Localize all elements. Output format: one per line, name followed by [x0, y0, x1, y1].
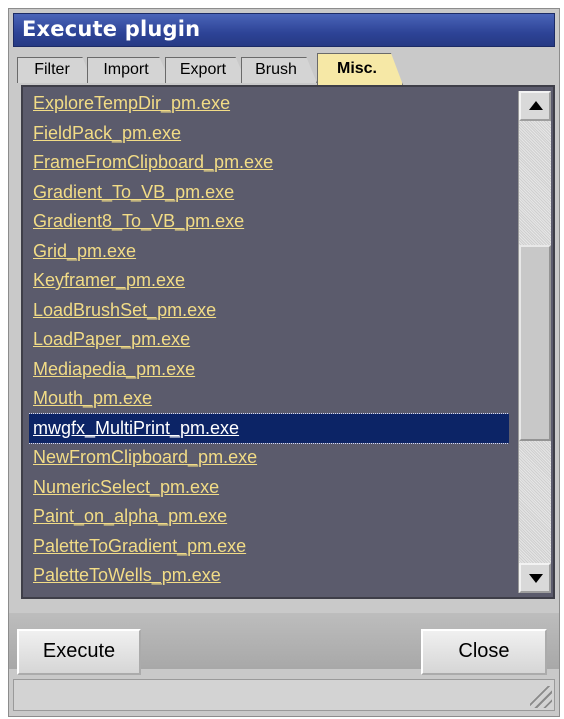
arrow-down-icon — [529, 574, 543, 583]
plugin-list-item[interactable]: NewFromClipboard_pm.exe — [29, 443, 509, 473]
plugin-list-item[interactable]: PaletteToGradient_pm.exe — [29, 532, 509, 562]
plugin-list-item[interactable]: FrameFromClipboard_pm.exe — [29, 148, 509, 178]
close-button[interactable]: Close — [421, 629, 547, 675]
scroll-thumb[interactable] — [519, 245, 551, 441]
title-bar[interactable]: Execute plugin — [13, 13, 555, 47]
plugin-list-item[interactable]: Keyframer_pm.exe — [29, 266, 509, 296]
scroll-down-button[interactable] — [519, 563, 551, 593]
plugin-list-item[interactable]: Mediapedia_pm.exe — [29, 355, 509, 385]
plugin-list-item[interactable]: LoadPaper_pm.exe — [29, 325, 509, 355]
tab-strip: Filter Import Export Brush Misc. — [17, 53, 557, 85]
plugin-list-item[interactable]: Paint_on_alpha_pm.exe — [29, 502, 509, 532]
plugin-list-item[interactable]: mwgfx_MultiPrint_pm.exe — [29, 412, 509, 444]
plugin-list-item[interactable]: Grid_pm.exe — [29, 237, 509, 267]
plugin-list-item[interactable]: PaletteToWells_pm.exe — [29, 561, 509, 591]
button-row: Execute Close — [9, 613, 559, 675]
execute-button[interactable]: Execute — [17, 629, 141, 675]
tab-export[interactable]: Export — [165, 57, 247, 83]
arrow-up-icon — [529, 101, 543, 110]
plugin-list-item[interactable]: Mouth_pm.exe — [29, 384, 509, 414]
tab-misc[interactable]: Misc. — [317, 53, 403, 85]
plugin-list[interactable]: ExploreTempDir_pm.exe FieldPack_pm.exe Fra… — [29, 89, 509, 595]
plugin-list-item[interactable]: ExploreTempDir_pm.exe — [29, 89, 509, 119]
vertical-scrollbar[interactable] — [518, 91, 551, 593]
status-bar — [13, 679, 555, 711]
tab-brush[interactable]: Brush — [241, 57, 317, 83]
resize-grip-icon[interactable] — [530, 686, 552, 708]
plugin-list-item[interactable]: FieldPack_pm.exe — [29, 119, 509, 149]
execute-plugin-window: Execute plugin Filter Import Export Brus… — [8, 8, 560, 717]
plugin-list-item[interactable]: Gradient8_To_VB_pm.exe — [29, 207, 509, 237]
plugin-list-item[interactable]: LoadBrushSet_pm.exe — [29, 296, 509, 326]
plugin-list-frame: ExploreTempDir_pm.exe FieldPack_pm.exe Fra… — [21, 85, 555, 599]
tab-filter[interactable]: Filter — [17, 57, 93, 83]
plugin-list-item[interactable]: NumericSelect_pm.exe — [29, 473, 509, 503]
window-title: Execute plugin — [22, 17, 201, 41]
plugin-list-item[interactable]: Gradient_To_VB_pm.exe — [29, 178, 509, 208]
tab-import[interactable]: Import — [87, 57, 171, 83]
scroll-up-button[interactable] — [519, 91, 551, 121]
